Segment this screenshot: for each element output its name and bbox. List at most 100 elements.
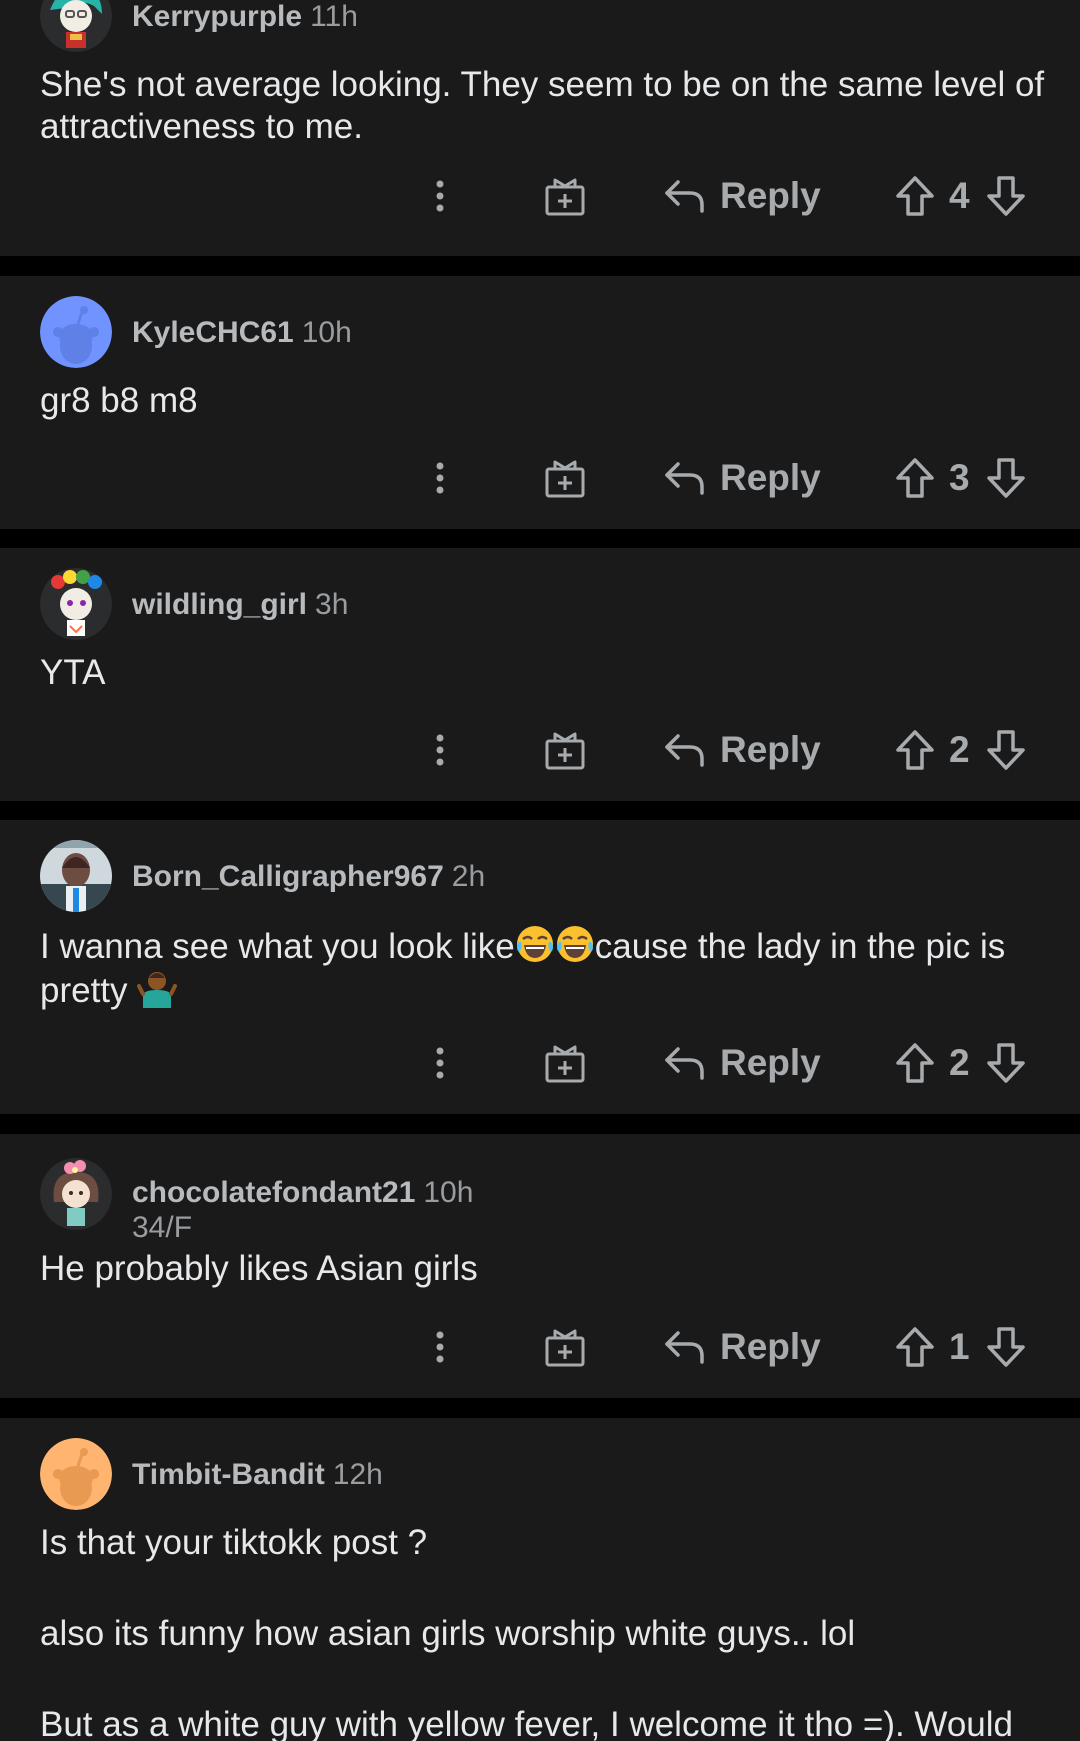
comment-header: Kerrypurple 11h — [40, 0, 358, 52]
avatar[interactable] — [40, 296, 112, 368]
username[interactable]: chocolatefondant21 — [132, 1176, 415, 1209]
username[interactable]: wildling_girl — [132, 588, 307, 621]
reply-label: Reply — [720, 729, 821, 770]
reply-button[interactable]: Reply — [664, 720, 821, 780]
downvote-arrow-icon[interactable] — [986, 457, 1026, 499]
comment-header: KyleCHC61 10h — [40, 296, 352, 368]
more-vertical-icon — [436, 1047, 444, 1079]
person-shrugging-emoji — [137, 972, 178, 1008]
face-with-tears-of-joy-emoji — [516, 926, 553, 962]
award-button[interactable] — [540, 1033, 590, 1093]
more-options-button[interactable] — [425, 448, 455, 508]
timestamp: 3h — [315, 588, 349, 621]
comment-text: YTA — [40, 653, 106, 692]
comment: Kerrypurple 11h She's not average looking… — [0, 0, 1080, 256]
comment-header: Timbit-Bandit 12h — [40, 1438, 383, 1510]
comment-text: He probably likes Asian girls — [40, 1249, 478, 1288]
comment-body: He probably likes Asian girls — [40, 1248, 1050, 1290]
username[interactable]: Born_Calligrapher967 — [132, 860, 444, 893]
reply-arrow-icon — [665, 1331, 704, 1364]
username[interactable]: Kerrypurple — [132, 0, 302, 33]
timestamp: 10h — [301, 316, 352, 349]
username[interactable]: Timbit-Bandit — [132, 1458, 325, 1491]
vote-score: 2 — [949, 729, 970, 770]
downvote-arrow-icon[interactable] — [986, 729, 1026, 771]
gift-icon — [545, 460, 585, 498]
comment-actions: Reply 4 — [0, 166, 1080, 226]
downvote-arrow-icon[interactable] — [986, 1326, 1026, 1368]
vote-score: 1 — [949, 1326, 970, 1367]
comment-text: Is that your tiktokk post ? — [40, 1523, 428, 1562]
more-vertical-icon — [436, 734, 444, 766]
avatar[interactable] — [40, 840, 112, 912]
downvote-arrow-icon[interactable] — [986, 175, 1026, 217]
avatar[interactable] — [40, 0, 112, 52]
timestamp: 11h — [310, 0, 358, 33]
comment-actions: Reply 1 — [0, 1317, 1080, 1377]
downvote-arrow-icon[interactable] — [986, 1042, 1026, 1084]
comment-header: Born_Calligrapher967 2h — [40, 840, 485, 912]
reply-arrow-icon — [665, 462, 704, 495]
more-options-button[interactable] — [425, 720, 455, 780]
timestamp: 12h — [332, 1458, 383, 1491]
reply-label: Reply — [720, 457, 821, 498]
vote-score: 4 — [949, 175, 970, 216]
comment-body: I wanna see what you look like cause the … — [40, 924, 1050, 1012]
comment: KyleCHC61 10h gr8 b8 m8 Reply 3 — [0, 276, 1080, 529]
award-button[interactable] — [540, 720, 590, 780]
vote-controls: 3 — [895, 448, 1026, 508]
more-options-button[interactable] — [425, 166, 455, 226]
vote-controls: 2 — [895, 1033, 1026, 1093]
comment: chocolatefondant21 10h 34/F He probably l… — [0, 1134, 1080, 1398]
reply-arrow-icon — [665, 1047, 704, 1080]
comment-text: also its funny how asian girls worship w… — [40, 1614, 856, 1653]
comment-text: I wanna see what you look like cause the … — [40, 924, 1050, 1012]
reply-arrow-icon — [665, 180, 704, 213]
upvote-arrow-icon[interactable] — [895, 1042, 935, 1084]
upvote-arrow-icon[interactable] — [895, 457, 935, 499]
award-button[interactable] — [540, 166, 590, 226]
comment-actions: Reply 3 — [0, 448, 1080, 508]
upvote-arrow-icon[interactable] — [895, 1326, 935, 1368]
vote-controls: 4 — [895, 166, 1026, 226]
vote-score: 3 — [949, 457, 970, 498]
timestamp: 10h — [423, 1176, 474, 1209]
gift-icon — [545, 732, 585, 770]
more-options-button[interactable] — [425, 1317, 455, 1377]
reply-button[interactable]: Reply — [664, 1033, 821, 1093]
avatar[interactable] — [40, 568, 112, 640]
reply-label: Reply — [720, 1326, 821, 1367]
user-flair: 34/F — [132, 1211, 193, 1244]
avatar[interactable] — [40, 1158, 112, 1230]
more-options-button[interactable] — [425, 1033, 455, 1093]
reply-button[interactable]: Reply — [664, 166, 821, 226]
reply-label: Reply — [720, 175, 821, 216]
comment-text: But as a white guy with yellow fever, I … — [40, 1705, 1013, 1741]
comment-text-part: I wanna see what you look like — [40, 927, 515, 966]
upvote-arrow-icon[interactable] — [895, 175, 935, 217]
comment-text: She's not average looking. They seem to … — [40, 65, 1045, 146]
vote-controls: 1 — [895, 1317, 1026, 1377]
gift-icon — [545, 178, 585, 216]
vote-controls: 2 — [895, 720, 1026, 780]
timestamp: 2h — [451, 860, 486, 893]
award-button[interactable] — [540, 448, 590, 508]
avatar[interactable] — [40, 1438, 112, 1510]
reply-button[interactable]: Reply — [664, 448, 821, 508]
upvote-arrow-icon[interactable] — [895, 729, 935, 771]
reply-button[interactable]: Reply — [664, 1317, 821, 1377]
gift-icon — [545, 1329, 585, 1367]
comment-actions: Reply 2 — [0, 720, 1080, 780]
username[interactable]: KyleCHC61 — [132, 316, 294, 349]
comment-body: YTA — [40, 652, 1050, 694]
face-with-tears-of-joy-emoji — [556, 926, 593, 962]
reply-arrow-icon — [665, 734, 704, 767]
more-vertical-icon — [436, 180, 444, 212]
award-button[interactable] — [540, 1317, 590, 1377]
more-vertical-icon — [436, 1331, 444, 1363]
comment-text: gr8 b8 m8 — [40, 381, 198, 420]
comment: Timbit-Bandit 12h Is that your tiktokk po… — [0, 1418, 1080, 1741]
comment: wildling_girl 3h YTA Reply 2 — [0, 548, 1080, 801]
comment-header: wildling_girl 3h — [40, 568, 348, 640]
reply-label: Reply — [720, 1042, 821, 1083]
